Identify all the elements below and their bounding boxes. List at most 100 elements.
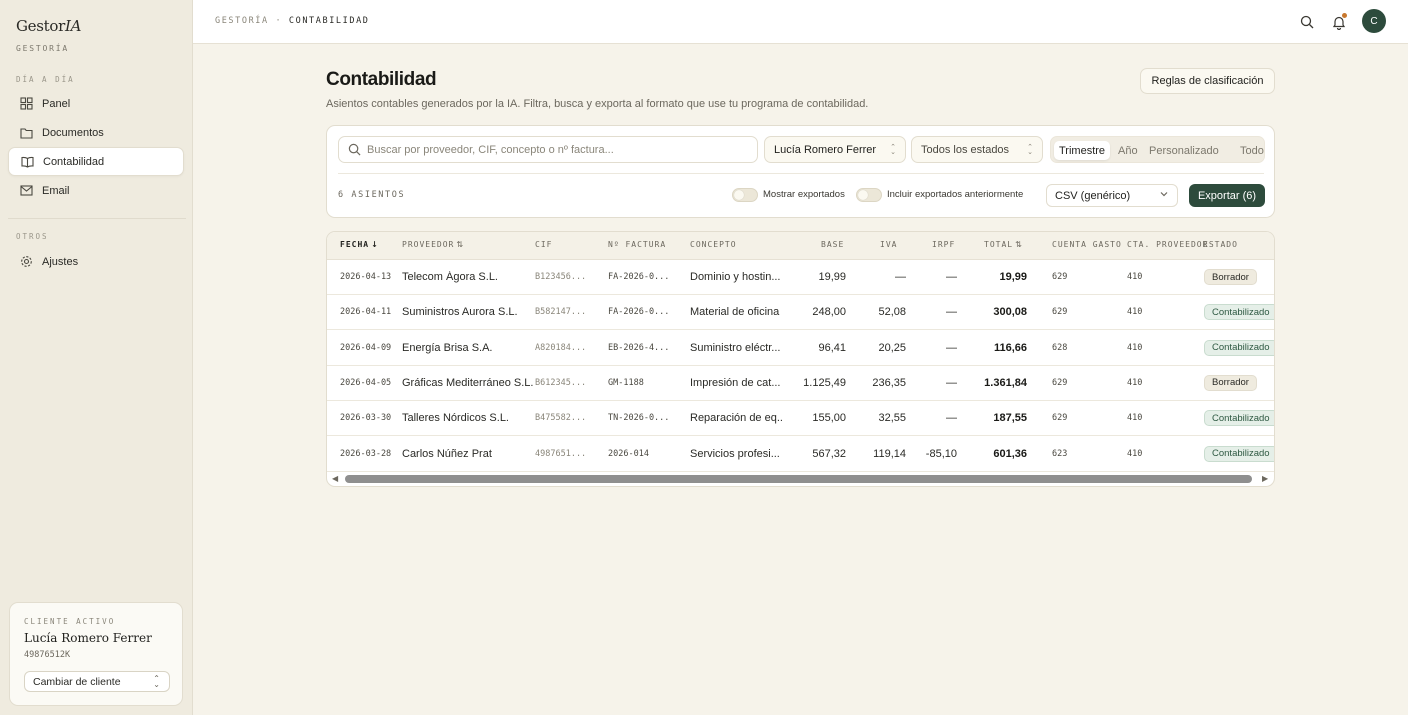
column-header-cta-proveedor[interactable]: CTA. PROVEEDOR bbox=[1127, 240, 1208, 249]
scroll-left-arrow-icon[interactable]: ◀ bbox=[332, 474, 338, 483]
column-header-proveedor[interactable]: PROVEEDOR ⇅ bbox=[402, 240, 464, 249]
cell-cuenta-gasto: 629 bbox=[1052, 413, 1068, 424]
breadcrumb-current: CONTABILIDAD bbox=[288, 16, 370, 26]
breadcrumb-root[interactable]: GESTORÍA bbox=[215, 16, 269, 26]
column-header-factura[interactable]: Nº FACTURA bbox=[608, 240, 666, 249]
filters-card: Buscar por proveedor, CIF, concepto o nº… bbox=[326, 125, 1275, 218]
cell-base: 1.125,49 bbox=[803, 376, 846, 389]
status-badge: Contabilizado bbox=[1204, 304, 1274, 321]
column-header-fecha[interactable]: FECHA ↓ bbox=[340, 240, 379, 249]
cell-fecha: 2026-04-13 bbox=[340, 272, 392, 282]
active-client-name: Lucía Romero Ferrer bbox=[24, 631, 152, 645]
cell-irpf: — bbox=[946, 271, 957, 283]
breadcrumb-separator: · bbox=[275, 16, 283, 26]
search-input[interactable]: Buscar por proveedor, CIF, concepto o nº… bbox=[338, 136, 758, 163]
column-header-iva[interactable]: IVA bbox=[880, 240, 897, 249]
cell-proveedor: Suministros Aurora S.L. bbox=[402, 306, 518, 319]
chevron-down-icon bbox=[1159, 189, 1169, 202]
sidebar-item-label: Email bbox=[42, 184, 70, 197]
column-header-estado[interactable]: ESTADO bbox=[1203, 240, 1238, 249]
status-select[interactable]: Todos los estados ⌃ ⌄ bbox=[911, 136, 1043, 163]
cell-irpf: — bbox=[946, 306, 957, 319]
cell-factura: FA-2026-0... bbox=[608, 307, 670, 318]
cell-cuenta-gasto: 629 bbox=[1052, 377, 1068, 388]
gear-icon bbox=[19, 255, 33, 269]
sort-both-icon: ⇅ bbox=[456, 240, 465, 249]
table-row[interactable]: 2026-04-09 Energía Brisa S.A. A820184... EB… bbox=[327, 331, 1274, 366]
horizontal-scrollbar[interactable]: ◀ ▶ bbox=[327, 471, 1274, 486]
sidebar-item-email[interactable]: Email bbox=[8, 176, 184, 205]
cell-cta-proveedor: 410 bbox=[1127, 342, 1143, 353]
sidebar-item-documentos[interactable]: Documentos bbox=[8, 118, 184, 147]
sidebar-item-label: Contabilidad bbox=[43, 155, 105, 168]
table-row[interactable]: 2026-04-05 Gráficas Mediterráneo S.L. B612… bbox=[327, 366, 1274, 401]
cell-fecha: 2026-04-09 bbox=[340, 342, 392, 353]
entries-count: 6 ASIENTOS bbox=[338, 190, 406, 200]
cell-base: 248,00 bbox=[812, 306, 846, 319]
column-header-cuenta-gasto[interactable]: CUENTA GASTO bbox=[1052, 240, 1122, 249]
active-client-id: 49876512K bbox=[24, 650, 71, 660]
scrollbar-thumb[interactable] bbox=[345, 475, 1252, 483]
cell-total: 19,99 bbox=[999, 271, 1027, 283]
cell-proveedor: Energía Brisa S.A. bbox=[402, 341, 493, 354]
show-exported-label: Mostrar exportados bbox=[763, 189, 845, 200]
include-previous-label: Incluir exportados anteriormente bbox=[887, 189, 1024, 200]
cell-concepto: Material de oficina bbox=[690, 306, 780, 319]
period-option-personalizado[interactable]: Personalizado bbox=[1144, 141, 1224, 160]
column-header-base[interactable]: BASE bbox=[821, 240, 844, 249]
change-client-label: Cambiar de cliente bbox=[33, 675, 121, 688]
sidebar-item-panel[interactable]: Panel bbox=[8, 89, 184, 118]
scroll-right-arrow-icon[interactable]: ▶ bbox=[1262, 474, 1268, 483]
period-option-ano[interactable]: Año bbox=[1113, 141, 1143, 160]
cell-cif: 4987651... bbox=[535, 448, 587, 459]
cell-iva: 52,08 bbox=[878, 306, 906, 319]
cell-proveedor: Gráficas Mediterráneo S.L. bbox=[402, 376, 533, 389]
column-header-total[interactable]: TOTAL ⇅ bbox=[984, 240, 1023, 249]
sort-down-icon: ↓ bbox=[371, 240, 379, 249]
cell-base: 567,32 bbox=[812, 447, 846, 460]
page-title: Contabilidad bbox=[326, 69, 437, 90]
cell-total: 601,36 bbox=[993, 447, 1027, 460]
export-format-select[interactable]: CSV (genérico) bbox=[1046, 184, 1178, 207]
mail-icon bbox=[19, 184, 33, 198]
cell-cif: B475582... bbox=[535, 413, 587, 424]
cell-iva: 32,55 bbox=[878, 412, 906, 425]
entries-table: FECHA ↓ PROVEEDOR ⇅ CIF Nº FACTURA CONCEPT… bbox=[326, 231, 1275, 487]
client-select-value: Lucía Romero Ferrer bbox=[774, 143, 877, 156]
filters-divider bbox=[338, 173, 1264, 174]
sidebar-item-label: Panel bbox=[42, 97, 71, 110]
cell-iva: — bbox=[895, 271, 906, 283]
sidebar-item-ajustes[interactable]: Ajustes bbox=[8, 247, 184, 276]
column-header-cif[interactable]: CIF bbox=[535, 240, 552, 249]
classification-rules-button[interactable]: Reglas de clasificación bbox=[1140, 68, 1275, 94]
cell-cif: B612345... bbox=[535, 377, 587, 388]
search-icon bbox=[348, 143, 361, 159]
cell-irpf: — bbox=[946, 412, 957, 425]
column-header-concepto[interactable]: CONCEPTO bbox=[690, 240, 737, 249]
show-exported-toggle[interactable] bbox=[732, 188, 758, 202]
cell-cta-proveedor: 410 bbox=[1127, 448, 1143, 459]
change-client-button[interactable]: Cambiar de cliente ⌃ ⌄ bbox=[24, 671, 170, 692]
cell-iva: 20,25 bbox=[878, 341, 906, 354]
cell-fecha: 2026-04-11 bbox=[340, 307, 392, 318]
avatar[interactable]: C bbox=[1362, 9, 1386, 33]
sidebar-item-contabilidad[interactable]: Contabilidad bbox=[8, 147, 184, 176]
grid-icon bbox=[19, 97, 33, 111]
status-badge: Borrador bbox=[1204, 269, 1257, 285]
cell-iva: 119,14 bbox=[873, 447, 906, 460]
sidebar-divider bbox=[8, 218, 186, 219]
search-icon[interactable] bbox=[1297, 12, 1317, 32]
export-button[interactable]: Exportar (6) bbox=[1189, 184, 1265, 207]
cell-base: 155,00 bbox=[812, 412, 846, 425]
column-header-irpf[interactable]: IRPF bbox=[932, 240, 955, 249]
table-row[interactable]: 2026-04-11 Suministros Aurora S.L. B582147… bbox=[327, 295, 1274, 331]
bell-icon[interactable] bbox=[1329, 12, 1349, 32]
table-row[interactable]: 2026-03-28 Carlos Núñez Prat 4987651... 202… bbox=[327, 437, 1274, 472]
include-previous-toggle[interactable] bbox=[856, 188, 882, 202]
brand-logo[interactable]: GestorIA bbox=[16, 17, 81, 35]
table-row[interactable]: 2026-04-13 Telecom Ágora S.L. B123456... FA… bbox=[327, 260, 1274, 295]
period-option-trimestre[interactable]: Trimestre bbox=[1054, 141, 1111, 160]
table-row[interactable]: 2026-03-30 Talleres Nórdicos S.L. B475582.… bbox=[327, 401, 1274, 437]
client-select[interactable]: Lucía Romero Ferrer ⌃ ⌄ bbox=[764, 136, 906, 163]
period-option-todo[interactable]: Todo bbox=[1235, 141, 1269, 160]
